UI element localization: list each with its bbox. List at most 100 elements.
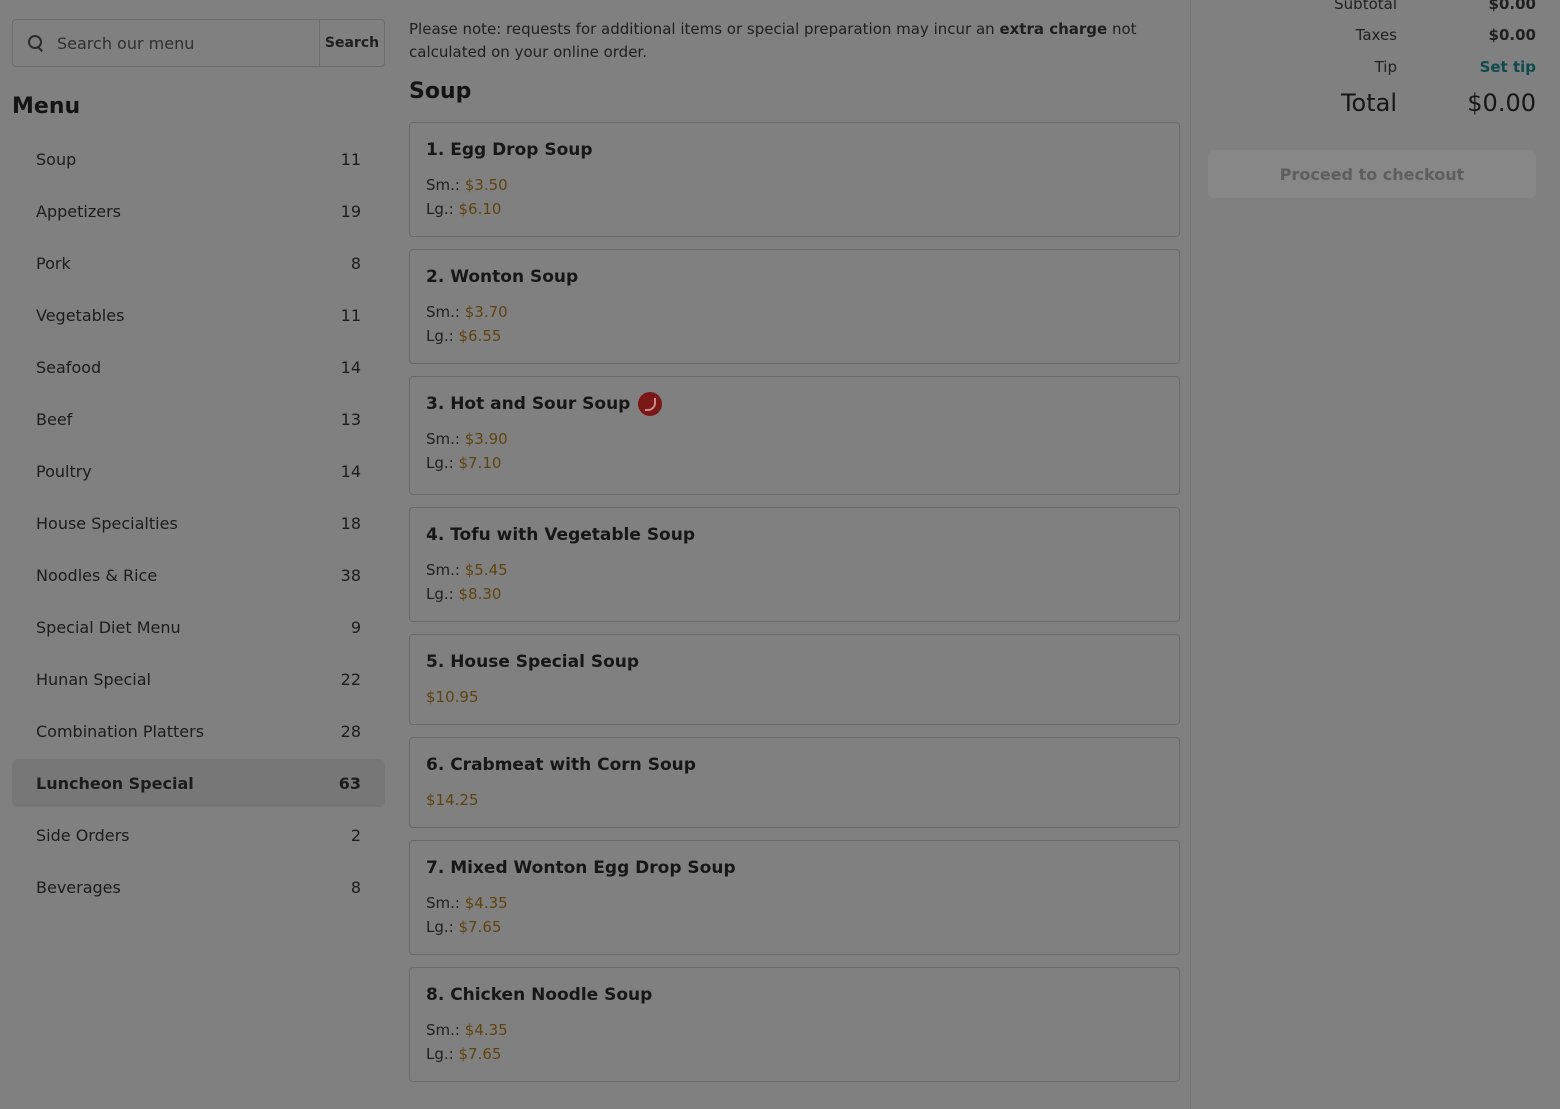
price-line: Lg.: $6.55 <box>426 324 1163 348</box>
proceed-to-checkout-button[interactable]: Proceed to checkout <box>1208 150 1536 198</box>
menu-category-12[interactable]: Luncheon Special 63 <box>12 759 385 807</box>
search-button[interactable]: Search <box>319 20 384 66</box>
notice-bold: extra charge <box>999 20 1108 38</box>
menu-category-label: Seafood <box>36 357 102 377</box>
menu-category-11[interactable]: Combination Platters 28 <box>12 707 385 755</box>
menu-category-13[interactable]: Side Orders 2 <box>12 811 385 859</box>
menu-category-label: Side Orders <box>36 825 130 845</box>
menu-item-name: 7. Mixed Wonton Egg Drop Soup <box>426 857 1163 879</box>
search-input[interactable] <box>55 32 299 54</box>
menu-category-5[interactable]: Beef 13 <box>12 395 385 443</box>
menu-item-card[interactable]: 6. Crabmeat with Corn Soup $14.25 <box>409 737 1180 828</box>
menu-category-count: 14 <box>340 357 361 377</box>
menu-category-14[interactable]: Beverages 8 <box>12 863 385 911</box>
menu-item-name-text: 7. Mixed Wonton Egg Drop Soup <box>426 858 736 878</box>
price-value: $6.55 <box>458 327 502 345</box>
price-size-label: Sm.: <box>426 1021 460 1039</box>
menu-category-label: Poultry <box>36 461 92 481</box>
menu-item-name: 2. Wonton Soup <box>426 266 1163 288</box>
tip-row: Tip Set tip <box>1208 58 1536 82</box>
taxes-label: Taxes <box>1355 26 1397 44</box>
taxes-row: Taxes $0.00 <box>1208 26 1536 50</box>
price-value: $3.90 <box>464 430 508 448</box>
menu-category-label: Noodles & Rice <box>36 565 158 585</box>
price-value: $3.70 <box>464 303 508 321</box>
menu-category-0[interactable]: Soup 11 <box>12 135 385 183</box>
menu-category-2[interactable]: Pork 8 <box>12 239 385 287</box>
menu-item-name-text: 8. Chicken Noodle Soup <box>426 985 653 1005</box>
price-value: $7.10 <box>458 454 502 472</box>
menu-category-label: Luncheon Special <box>36 773 194 793</box>
menu-item-name-text: 1. Egg Drop Soup <box>426 140 593 160</box>
price-size-label: Lg.: <box>426 1045 454 1063</box>
menu-category-3[interactable]: Vegetables 11 <box>12 291 385 339</box>
price-line: Sm.: $3.90 <box>426 427 1163 451</box>
extra-charge-notice: Please note: requests for additional ite… <box>409 18 1180 64</box>
price-value: $7.65 <box>458 918 502 936</box>
price-value: $4.35 <box>464 894 508 912</box>
price-line: $10.95 <box>426 685 1163 709</box>
price-line: Lg.: $8.30 <box>426 582 1163 606</box>
menu-item-name: 5. House Special Soup <box>426 651 1163 673</box>
total-label: Total <box>1340 89 1397 117</box>
menu-category-label: Appetizers <box>36 201 121 221</box>
price-size-label: Lg.: <box>426 200 454 218</box>
menu-category-label: Special Diet Menu <box>36 617 181 637</box>
menu-item-card[interactable]: 1. Egg Drop Soup Sm.: $3.50 Lg.: $6.10 <box>409 122 1180 237</box>
menu-item-card[interactable]: 8. Chicken Noodle Soup Sm.: $4.35 Lg.: $7.… <box>409 967 1180 1082</box>
menu-category-count: 19 <box>340 201 361 221</box>
menu-category-9[interactable]: Special Diet Menu 9 <box>12 603 385 651</box>
price-size-label: Sm.: <box>426 894 460 912</box>
menu-category-1[interactable]: Appetizers 19 <box>12 187 385 235</box>
price-value: $14.25 <box>426 791 479 809</box>
subtotal-value: $0.00 <box>1488 0 1536 13</box>
menu-item-prices: $10.95 <box>426 685 1163 709</box>
menu-category-label: House Specialties <box>36 513 178 533</box>
menu-category-count: 22 <box>340 669 361 689</box>
chili-pepper-icon <box>638 392 663 416</box>
price-line: Lg.: $7.10 <box>426 451 1163 475</box>
menu-item-card[interactable]: 5. House Special Soup $10.95 <box>409 634 1180 725</box>
menu-category-10[interactable]: Hunan Special 22 <box>12 655 385 703</box>
price-line: Lg.: $7.65 <box>426 1042 1163 1066</box>
search-field[interactable] <box>13 20 319 66</box>
menu-item-prices: $14.25 <box>426 788 1163 812</box>
menu-item-name: 6. Crabmeat with Corn Soup <box>426 754 1163 776</box>
menu-item-prices: Sm.: $3.70 Lg.: $6.55 <box>426 300 1163 348</box>
menu-category-label: Beef <box>36 409 73 429</box>
price-size-label: Lg.: <box>426 918 454 936</box>
menu-item-name: 1. Egg Drop Soup <box>426 139 1163 161</box>
price-line: Sm.: $4.35 <box>426 891 1163 915</box>
menu-category-label: Soup <box>36 149 77 169</box>
price-size-label: Sm.: <box>426 303 460 321</box>
menu-item-prices: Sm.: $3.90 Lg.: $7.10 <box>426 427 1163 475</box>
set-tip-link[interactable]: Set tip <box>1480 58 1536 76</box>
menu-category-label: Pork <box>36 253 71 273</box>
price-size-label: Sm.: <box>426 561 460 579</box>
tip-label: Tip <box>1374 58 1397 76</box>
menu-category-count: 28 <box>340 721 361 741</box>
menu-item-card[interactable]: 2. Wonton Soup Sm.: $3.70 Lg.: $6.55 <box>409 249 1180 364</box>
menu-category-6[interactable]: Poultry 14 <box>12 447 385 495</box>
menu-item-card[interactable]: 4. Tofu with Vegetable Soup Sm.: $5.45 Lg.… <box>409 507 1180 622</box>
price-line: Sm.: $4.35 <box>426 1018 1163 1042</box>
price-line: Lg.: $7.65 <box>426 915 1163 939</box>
menu-category-4[interactable]: Seafood 14 <box>12 343 385 391</box>
menu-content: Please note: requests for additional ite… <box>409 18 1180 1094</box>
menu-category-count: 14 <box>340 461 361 481</box>
menu-item-card[interactable]: 7. Mixed Wonton Egg Drop Soup Sm.: $4.35 L… <box>409 840 1180 955</box>
menu-item-name: 8. Chicken Noodle Soup <box>426 984 1163 1006</box>
menu-category-8[interactable]: Noodles & Rice 38 <box>12 551 385 599</box>
price-value: $3.50 <box>464 176 508 194</box>
menu-item-card[interactable]: 3. Hot and Sour Soup Sm.: $3.90 Lg.: $7.10 <box>409 376 1180 495</box>
price-line: Lg.: $6.10 <box>426 197 1163 221</box>
menu-item-prices: Sm.: $5.45 Lg.: $8.30 <box>426 558 1163 606</box>
menu-item-name-text: 5. House Special Soup <box>426 652 640 672</box>
menu-category-7[interactable]: House Specialties 18 <box>12 499 385 547</box>
menu-category-count: 63 <box>338 773 361 793</box>
menu-category-count: 8 <box>350 877 361 897</box>
menu-item-name: 3. Hot and Sour Soup <box>426 392 1163 416</box>
menu-item-name: 4. Tofu with Vegetable Soup <box>426 524 1163 546</box>
price-value: $6.10 <box>458 200 502 218</box>
price-value: $5.45 <box>464 561 508 579</box>
